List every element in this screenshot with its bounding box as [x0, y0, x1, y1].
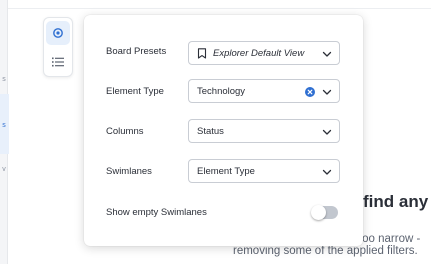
list-view-button[interactable] — [46, 50, 70, 74]
board-presets-label: Board Presets — [106, 46, 167, 57]
sidebar-item-icon[interactable]: v — [0, 166, 8, 174]
element-type-label: Element Type — [106, 86, 164, 97]
chevron-down-icon — [322, 169, 332, 175]
columns-value: Status — [197, 125, 224, 137]
show-empty-swimlanes-toggle[interactable] — [311, 205, 338, 220]
sidebar-item-icon[interactable]: s — [0, 122, 8, 130]
empty-state-text: removing some of the applied filters. — [233, 245, 418, 257]
columns-label: Columns — [106, 126, 144, 137]
gear-icon — [53, 28, 63, 38]
element-type-select[interactable]: Technology — [188, 79, 340, 103]
chevron-down-icon — [322, 89, 332, 95]
header-divider — [8, 8, 431, 9]
columns-select[interactable]: Status — [188, 119, 340, 143]
board-view-button[interactable] — [46, 21, 70, 45]
chevron-down-icon — [322, 51, 332, 57]
show-empty-swimlanes-label: Show empty Swimlanes — [106, 207, 207, 218]
list-icon — [52, 57, 64, 67]
chevron-down-icon — [322, 129, 332, 135]
bookmark-icon — [197, 47, 207, 59]
swimlanes-label: Swimlanes — [106, 166, 152, 177]
board-settings-popover: Board Presets Explorer Default View Elem… — [84, 15, 363, 246]
toggle-knob — [311, 205, 326, 220]
clear-icon[interactable] — [305, 87, 315, 97]
board-presets-select[interactable]: Explorer Default View — [188, 41, 340, 65]
empty-state-title: find any e — [363, 192, 431, 211]
sidebar-item-icon[interactable]: s — [0, 76, 8, 84]
swimlanes-value: Element Type — [197, 165, 255, 177]
app-sidebar: s s v — [0, 0, 9, 264]
element-type-value: Technology — [197, 85, 246, 97]
swimlanes-select[interactable]: Element Type — [188, 159, 340, 183]
view-mode-toggle — [43, 17, 73, 77]
